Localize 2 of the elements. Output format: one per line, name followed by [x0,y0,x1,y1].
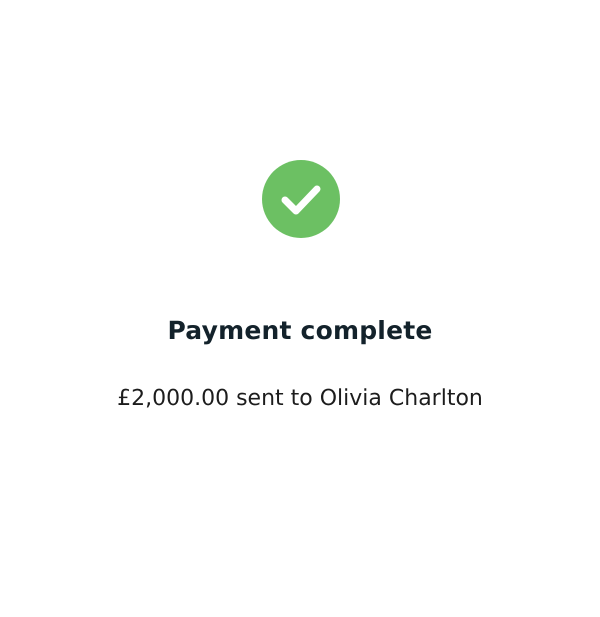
title: Payment complete [167,316,433,345]
payment-message: £2,000.00 sent to Olivia Charlton [117,386,483,411]
